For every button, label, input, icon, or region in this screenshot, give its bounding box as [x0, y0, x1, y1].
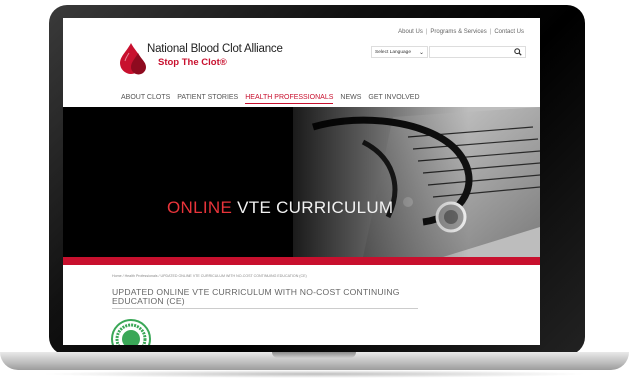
language-select-value: Select Language — [375, 50, 412, 55]
nav-item-get-involved[interactable]: GET INVOLVED — [368, 94, 419, 103]
hero-title-rest: VTE CURRICULUM — [237, 198, 394, 217]
hero-title-highlight: ONLINE — [167, 198, 233, 217]
browser-viewport: About Us | Programs & Services | Contact Us … — [63, 18, 540, 345]
laptop-base — [0, 345, 629, 389]
nav-item-news[interactable]: NEWS — [340, 94, 361, 103]
link-separator: | — [489, 29, 492, 35]
site-logo[interactable]: National Blood Clot Alliance Stop The Cl… — [118, 41, 288, 75]
search-input[interactable] — [429, 46, 526, 58]
programs-services-link[interactable]: Programs & Services — [430, 29, 486, 35]
laptop-opening-notch — [272, 352, 356, 358]
hero-banner: ONLINE VTE CURRICULUM — [63, 107, 540, 257]
about-us-link[interactable]: About Us — [398, 29, 423, 35]
search-icon[interactable] — [514, 48, 522, 56]
nav-item-health-professionals[interactable]: HEALTH PROFESSIONALS — [245, 94, 334, 104]
page-title: UPDATED ONLINE VTE CURRICULUM WITH NO-CO… — [112, 287, 400, 306]
main-nav: ABOUT CLOTS PATIENT STORIES HEALTH PROFESS… — [121, 94, 427, 104]
nav-item-about-clots[interactable]: ABOUT CLOTS — [121, 94, 170, 103]
hero-accent-bar — [63, 257, 540, 265]
language-select[interactable]: Select Language ⌄ — [371, 46, 428, 58]
logo-tagline: Stop The Clot® — [158, 57, 227, 68]
hero-gradient — [63, 107, 540, 257]
nav-item-patient-stories[interactable]: PATIENT STORIES — [177, 94, 238, 103]
logo-org-name: National Blood Clot Alliance — [147, 43, 283, 55]
laptop-shadow — [40, 370, 589, 378]
blood-drop-icon — [120, 43, 146, 75]
hero-title: ONLINE VTE CURRICULUM — [167, 198, 393, 218]
link-separator: | — [425, 29, 428, 35]
utility-links: About Us | Programs & Services | Contact Us — [398, 29, 524, 35]
contact-us-link[interactable]: Contact Us — [494, 29, 524, 35]
title-divider — [112, 308, 418, 309]
ce-accreditation-badge-icon — [111, 319, 151, 345]
chevron-down-icon: ⌄ — [418, 50, 424, 56]
breadcrumb[interactable]: Home / Health Professionals / UPDATED ON… — [112, 274, 307, 278]
